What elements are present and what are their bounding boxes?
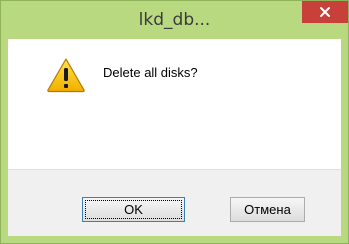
close-button[interactable] <box>302 1 348 23</box>
ok-button[interactable]: OK <box>82 197 185 222</box>
close-icon <box>319 3 331 22</box>
warning-icon <box>46 57 86 93</box>
dialog-window: lkd_db... Delete all disks? OK Отмена <box>0 0 349 244</box>
dialog-content: Delete all disks? <box>8 39 341 169</box>
dialog-footer: OK Отмена <box>8 169 341 236</box>
cancel-button[interactable]: Отмена <box>230 197 305 222</box>
dialog-message: Delete all disks? <box>103 65 198 80</box>
window-title: lkd_db... <box>138 10 211 30</box>
title-bar[interactable]: lkd_db... <box>1 1 348 39</box>
focus-rectangle <box>85 200 182 219</box>
cancel-button-label: Отмена <box>244 202 291 217</box>
